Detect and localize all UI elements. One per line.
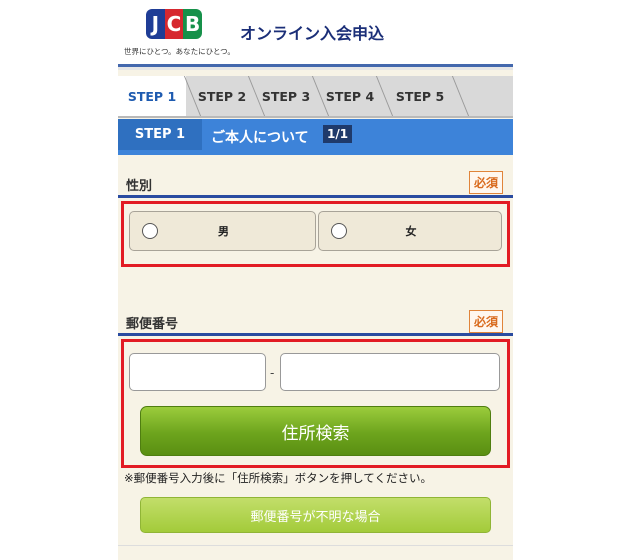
step-tabs: STEP 1 STEP 2 STEP 3 STEP 4 STEP 5 — [118, 76, 513, 118]
logo-letter-j: J — [146, 9, 165, 39]
address-search-button[interactable]: 住所検索 — [140, 406, 491, 456]
gender-title: 性別 — [126, 179, 153, 194]
postal-unknown-button[interactable]: 郵便番号が不明な場合 — [140, 497, 491, 533]
logo-tagline: 世界にひとつ。あなたにひとつ。 — [124, 47, 235, 56]
postal-separator: - — [270, 366, 275, 380]
page-title: オンライン入会申込 — [240, 24, 385, 43]
postal-instruction-note: ※郵便番号入力後に「住所検索」ボタンを押してください。 — [124, 471, 432, 485]
tab-step-2[interactable]: STEP 2 — [190, 76, 254, 116]
gender-required-badge: 必須 — [469, 171, 504, 194]
bottom-divider — [118, 545, 513, 546]
postal-code-first-input[interactable] — [129, 353, 266, 391]
tab-step-3[interactable]: STEP 3 — [254, 76, 318, 116]
logo-letter-c: C — [164, 9, 184, 39]
gender-option-female-label: 女 — [405, 225, 417, 238]
postal-divider — [118, 333, 513, 336]
logo-letter-b: B — [183, 9, 203, 39]
page-header: J C B 世界にひとつ。あなたにひとつ。 オンライン入会申込 — [118, 0, 513, 64]
banner-page-count: 1/1 — [323, 125, 353, 143]
tab-step-5[interactable]: STEP 5 — [382, 76, 458, 116]
postal-title: 郵便番号 — [126, 317, 179, 332]
gender-divider — [118, 195, 513, 198]
male-radio-icon[interactable] — [142, 223, 158, 239]
tab-step-1[interactable]: STEP 1 — [118, 76, 186, 116]
banner-section-label: ご本人について — [211, 130, 309, 146]
header-divider-sub — [118, 67, 513, 70]
gender-option-female[interactable]: 女 — [318, 211, 502, 251]
mobile-frame: J C B 世界にひとつ。あなたにひとつ。 オンライン入会申込 STEP 1 S… — [118, 0, 513, 560]
banner-step-label: STEP 1 — [118, 119, 202, 150]
postal-required-badge: 必須 — [469, 310, 504, 333]
jcb-logo: J C B — [146, 9, 203, 39]
gender-option-male[interactable]: 男 — [129, 211, 316, 251]
step-banner: STEP 1 ご本人について 1/1 — [118, 119, 513, 155]
tab-step-4[interactable]: STEP 4 — [318, 76, 382, 116]
gender-option-male-label: 男 — [218, 225, 229, 238]
postal-code-second-input[interactable] — [280, 353, 500, 391]
female-radio-icon[interactable] — [331, 223, 347, 239]
